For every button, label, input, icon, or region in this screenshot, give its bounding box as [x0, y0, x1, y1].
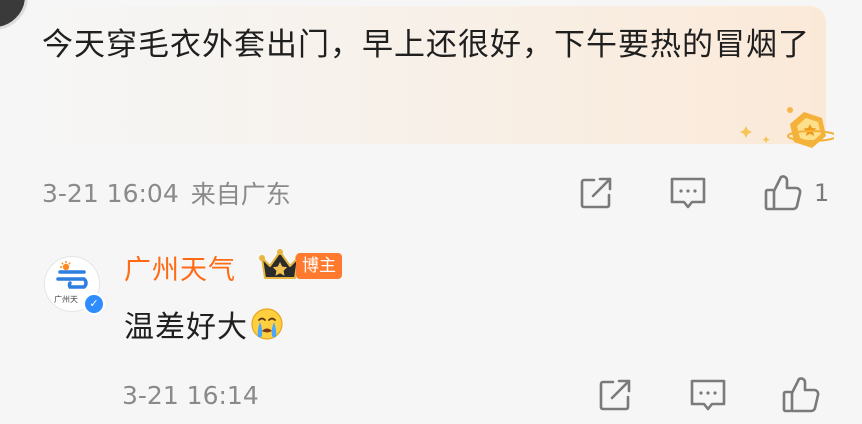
- weather-logo-icon: [56, 261, 88, 289]
- reply-meta: 3-21 16:14: [122, 378, 259, 412]
- reply-like-button[interactable]: [780, 374, 822, 416]
- comment-icon: [670, 177, 706, 209]
- reply-time: 3-21 16:14: [122, 380, 259, 410]
- reply-comment-button[interactable]: [688, 376, 728, 414]
- reply-text: 温差好大: [124, 310, 248, 345]
- share-button[interactable]: [577, 174, 615, 212]
- avatar-caption: 广州天: [54, 295, 78, 304]
- share-icon: [599, 379, 631, 411]
- comment-text: 今天穿毛衣外套出门，早上还很好，下午要热的冒烟了: [42, 27, 810, 63]
- comment-icon: [690, 379, 726, 411]
- reply-content: 温差好大: [124, 302, 284, 346]
- comment-meta: 3-21 16:04 来自广东: [42, 176, 291, 210]
- comment-time: 3-21 16:04: [42, 178, 179, 208]
- fan-badge-icon: [740, 107, 834, 148]
- crying-face-icon: [251, 308, 283, 340]
- user-avatar[interactable]: [0, 0, 28, 30]
- thumbs-up-icon: [764, 175, 802, 211]
- blogger-tag: 博主: [296, 253, 342, 279]
- like-count: 1: [814, 179, 830, 207]
- reply-author-name[interactable]: 广州天气: [124, 248, 236, 287]
- verified-badge-icon: ✓: [83, 293, 105, 315]
- share-icon: [580, 177, 612, 209]
- reply-avatar[interactable]: 广州天 ✓: [44, 256, 105, 315]
- thumbs-up-icon: [782, 377, 820, 413]
- reply-share-button[interactable]: [596, 376, 634, 414]
- like-button[interactable]: 1: [762, 172, 829, 214]
- comment-button[interactable]: [668, 174, 708, 212]
- comment-location: 来自广东: [190, 180, 291, 209]
- comment-thread: 今天穿毛衣外套出门，早上还很好，下午要热的冒烟了 3-21 16:04 来自广东: [0, 0, 862, 424]
